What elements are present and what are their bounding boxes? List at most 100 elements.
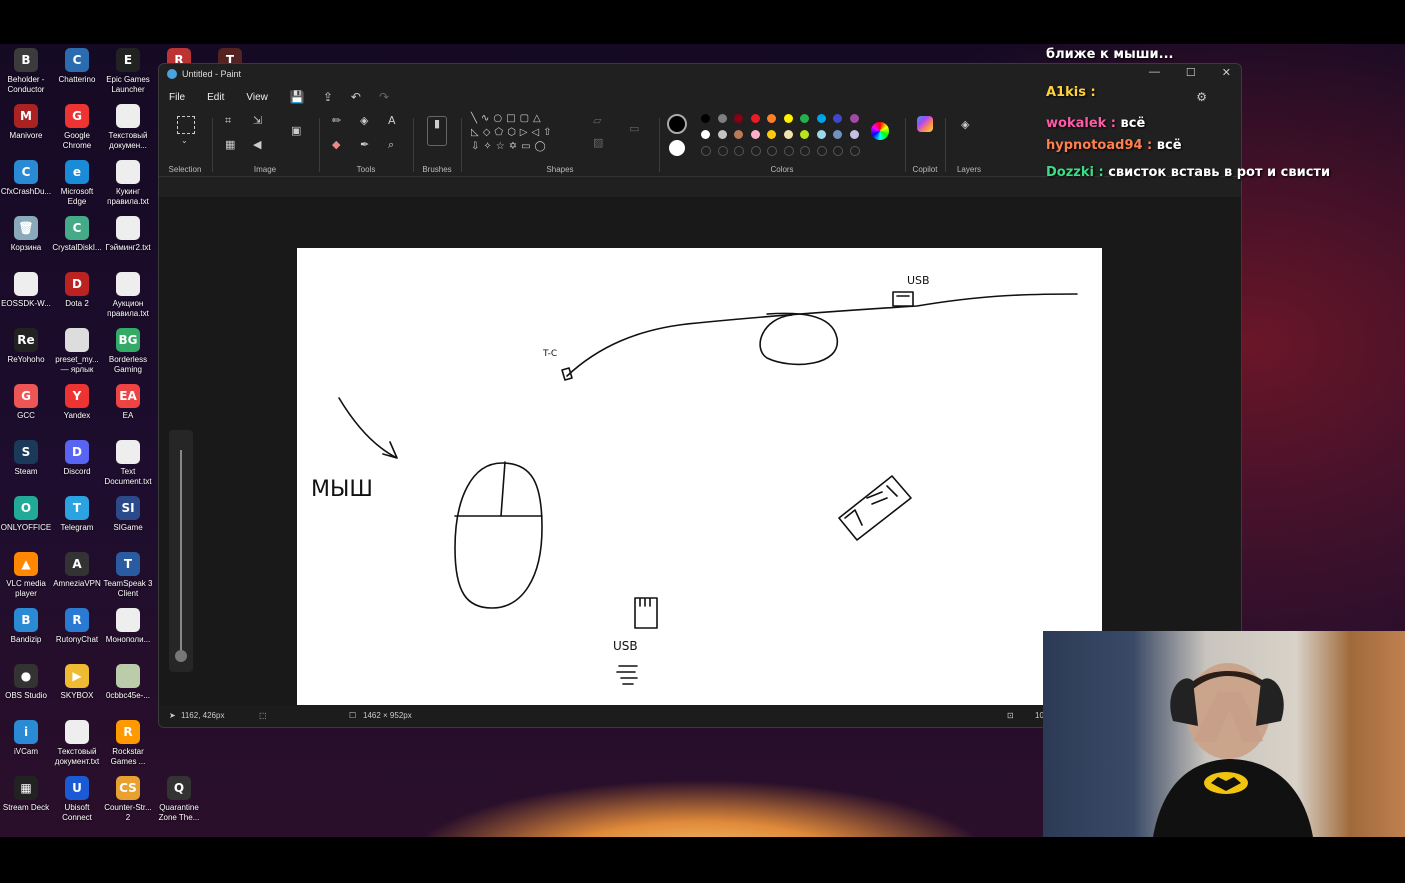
desktop-icon[interactable]: Монополи... [102, 608, 154, 645]
resize-icon[interactable]: ⇲ [253, 114, 262, 127]
select-all-icon[interactable]: ▦ [225, 138, 235, 151]
color-swatch[interactable] [734, 114, 743, 123]
color-picker-icon[interactable]: ✒ [360, 138, 369, 151]
desktop-icon[interactable]: BG Borderless Gaming [102, 328, 154, 375]
settings-icon[interactable]: ⚙ [1196, 90, 1207, 104]
image-icon[interactable]: ▣ [291, 124, 301, 137]
desktop-icon[interactable]: ● OBS Studio [0, 664, 52, 701]
color-swatch[interactable] [783, 130, 793, 139]
color-swatch[interactable] [783, 114, 793, 123]
desktop-icon[interactable]: e Microsoft Edge [51, 160, 103, 207]
color-swatch[interactable] [717, 114, 727, 123]
select-rectangle-icon[interactable] [177, 116, 195, 134]
color-swatch[interactable] [849, 114, 859, 123]
color1-swatch[interactable] [667, 114, 687, 134]
desktop-icon[interactable]: M Manivore [0, 104, 52, 141]
brush-icon[interactable]: ▮ [427, 116, 447, 146]
desktop-icon[interactable]: D Discord [51, 440, 103, 477]
eraser-icon[interactable]: ◆ [332, 138, 340, 151]
desktop-icon[interactable]: A AmneziaVPN [51, 552, 103, 589]
color-swatch[interactable] [833, 114, 842, 123]
desktop-icon[interactable]: Текстовый докумен... [102, 104, 154, 151]
desktop-icon[interactable]: C CrystalDiskI... [51, 216, 103, 253]
desktop-icon[interactable]: C Chatterino [51, 48, 103, 85]
minimize-icon[interactable]: — [1149, 66, 1160, 79]
text-icon[interactable]: A [388, 114, 396, 127]
desktop-icon[interactable]: B Bandizip [0, 608, 52, 645]
shapes-gallery[interactable]: ╲∿○□▢△ ◺◇⬠⬡▷◁⇧ ⇩✧☆✡▭◯ [471, 112, 556, 154]
desktop-icon[interactable]: SI SIGame [102, 496, 154, 533]
color-swatch[interactable] [750, 114, 760, 123]
empty-swatch[interactable] [750, 146, 761, 156]
desktop-icon[interactable]: EA EA [102, 384, 154, 421]
desktop-icon[interactable]: B Beholder - Conductor [0, 48, 52, 95]
empty-swatch[interactable] [849, 146, 860, 156]
desktop-icon[interactable]: ▶ SKYBOX [51, 664, 103, 701]
color-swatch[interactable] [816, 114, 826, 123]
pencil-icon[interactable]: ✏ [332, 114, 341, 127]
undo-icon[interactable]: ↶ [351, 90, 361, 104]
zoom-slider[interactable] [169, 430, 193, 672]
desktop-icon[interactable]: T TeamSpeak 3 Client [102, 552, 154, 599]
maximize-icon[interactable]: ☐ [1186, 66, 1196, 79]
empty-swatch[interactable] [833, 146, 843, 156]
layers-icon[interactable]: ◈ [961, 118, 969, 131]
empty-swatch[interactable] [783, 146, 794, 156]
menu-edit[interactable]: Edit [207, 92, 224, 103]
desktop-icon[interactable]: 0cbbc45e-... [102, 664, 154, 701]
color-swatch[interactable] [800, 130, 809, 139]
rotate-icon[interactable]: ◀ [253, 138, 261, 151]
desktop-icon[interactable]: G Google Chrome [51, 104, 103, 151]
color-swatch[interactable] [833, 130, 842, 139]
color-swatch[interactable] [849, 130, 859, 139]
edit-colors-icon[interactable] [871, 122, 889, 140]
desktop-icon[interactable]: R Rockstar Games ... [102, 720, 154, 767]
desktop-icon[interactable]: Аукцион правила.txt [102, 272, 154, 319]
desktop-icon[interactable]: ▦ Stream Deck [0, 776, 52, 813]
empty-swatch[interactable] [701, 146, 711, 156]
empty-swatch[interactable] [734, 146, 744, 156]
desktop-icon[interactable]: preset_my... — ярлык [51, 328, 103, 375]
desktop-icon[interactable]: G GCC [0, 384, 52, 421]
close-icon[interactable]: ✕ [1222, 66, 1231, 79]
share-icon[interactable]: ⇪ [323, 90, 333, 104]
color-swatch[interactable] [701, 114, 710, 123]
color2-swatch[interactable] [669, 140, 685, 156]
desktop-icon[interactable]: E Epic Games Launcher [102, 48, 154, 95]
desktop-icon[interactable]: Text Document.txt [102, 440, 154, 487]
copilot-icon[interactable] [917, 116, 933, 132]
drawing-canvas[interactable]: МЫШ USB T-C USB [297, 248, 1102, 727]
color-swatch[interactable] [767, 114, 776, 123]
menu-file[interactable]: File [169, 92, 185, 103]
fit-icon[interactable]: ⊡ [1007, 711, 1014, 720]
chevron-down-icon[interactable]: ⌄ [181, 136, 188, 145]
desktop-icon[interactable]: i iVCam [0, 720, 52, 757]
color-swatch[interactable] [734, 130, 743, 139]
empty-swatch[interactable] [800, 146, 810, 156]
desktop-icon[interactable]: 🗑 Корзина [0, 216, 52, 253]
desktop-icon[interactable]: Q Quarantine Zone The... [153, 776, 205, 823]
desktop-icon[interactable]: Re ReYohoho [0, 328, 52, 365]
empty-swatch[interactable] [767, 146, 777, 156]
outline-icon[interactable]: ▱ [593, 114, 601, 127]
desktop-icon[interactable]: ▲ VLC media player [0, 552, 52, 599]
desktop-icon[interactable]: Y Yandex [51, 384, 103, 421]
desktop-icon[interactable]: U Ubisoft Connect [51, 776, 103, 823]
desktop-icon[interactable]: CS Counter-Str... 2 [102, 776, 154, 823]
desktop-icon[interactable]: T Telegram [51, 496, 103, 533]
color-swatch[interactable] [816, 130, 826, 139]
desktop-icon[interactable]: Текстовый документ.txt [51, 720, 103, 767]
redo-icon[interactable]: ↷ [379, 90, 389, 104]
desktop-icon[interactable]: EOSSDK-W... [0, 272, 52, 309]
magnifier-icon[interactable]: ⌕ [388, 138, 394, 152]
desktop-icon[interactable]: Гэйминг2.txt [102, 216, 154, 253]
color-swatch[interactable] [750, 130, 760, 139]
empty-swatch[interactable] [816, 146, 827, 156]
desktop-icon[interactable]: D Dota 2 [51, 272, 103, 309]
size-icon[interactable]: ▭ [629, 122, 639, 135]
desktop-icon[interactable]: R RutonyChat [51, 608, 103, 645]
desktop-icon[interactable]: Кукинг правила.txt [102, 160, 154, 207]
desktop-icon[interactable]: C CfxCrashDu... [0, 160, 52, 197]
fill-icon[interactable]: ◈ [360, 114, 368, 127]
desktop-icon[interactable]: S Steam [0, 440, 52, 477]
